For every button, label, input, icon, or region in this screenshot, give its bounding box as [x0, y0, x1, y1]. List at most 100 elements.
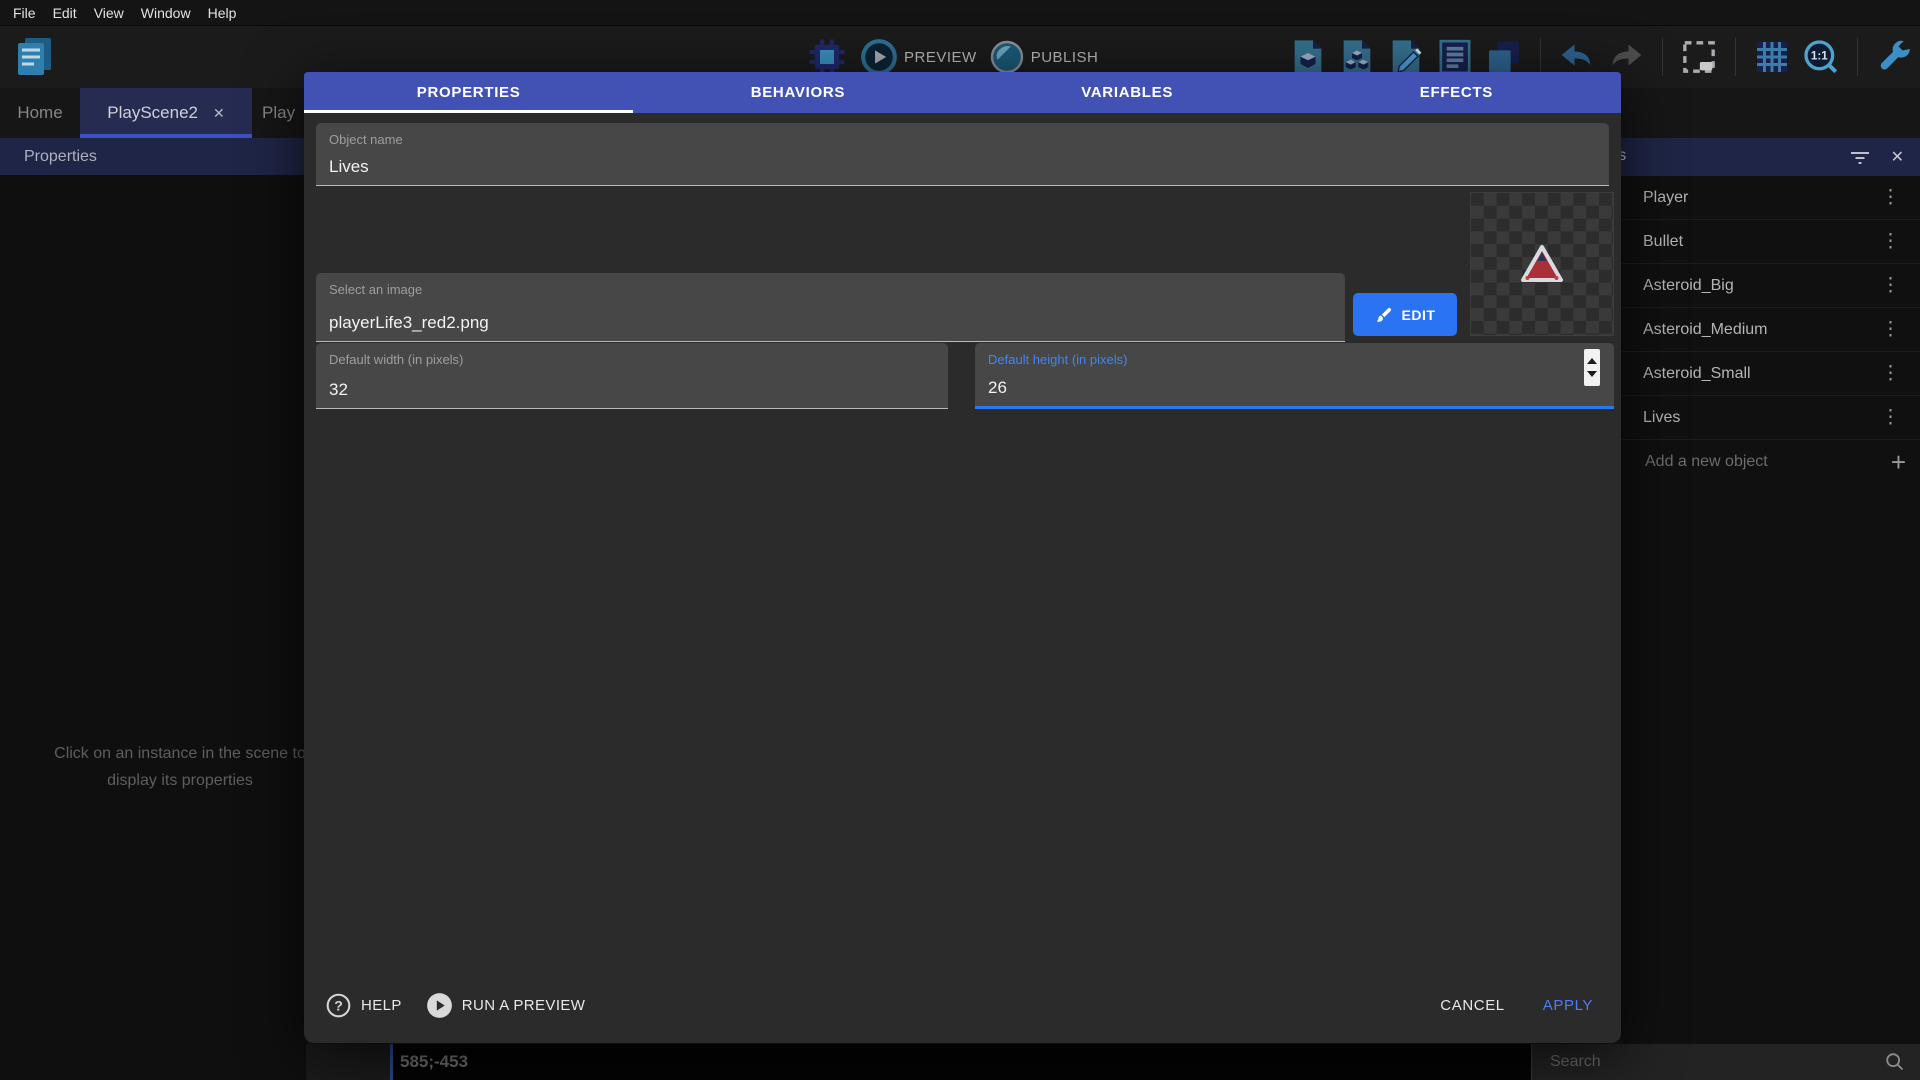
objects-panel-header: Objects ✕: [1621, 138, 1920, 176]
publish-globe-icon: [989, 39, 1025, 75]
number-stepper: [1584, 349, 1600, 386]
default-width-label: Default width (in pixels): [329, 352, 463, 367]
tab-close-icon[interactable]: ✕: [213, 105, 225, 122]
toolbar-separator: [1857, 38, 1858, 76]
cancel-button[interactable]: CANCEL: [1440, 997, 1504, 1014]
object-label: Asteroid_Medium: [1643, 321, 1768, 339]
kebab-menu-icon[interactable]: ⋮: [1877, 318, 1904, 341]
dialog-tab-bar: PROPERTIES BEHAVIORS VARIABLES EFFECTS: [304, 72, 1621, 113]
toolbar-separator: [1540, 38, 1541, 76]
tab-home[interactable]: Home: [0, 88, 80, 138]
help-icon: ?: [325, 992, 352, 1019]
scene-canvas-strip: 585;-453: [390, 1044, 1531, 1080]
project-manager-button[interactable]: [13, 34, 55, 80]
clear-selection-icon[interactable]: [1679, 37, 1719, 77]
tab-variables[interactable]: VARIABLES: [963, 72, 1292, 113]
default-height-label: Default height (in pixels): [988, 352, 1127, 367]
settings-wrench-icon[interactable]: [1874, 35, 1914, 79]
redo-icon[interactable]: [1606, 37, 1646, 77]
properties-empty-message: Click on an instance in the scene to dis…: [0, 740, 306, 794]
toolbar-separator: [1662, 38, 1663, 76]
svg-text:?: ?: [334, 997, 343, 1013]
tab-playscene2-label: PlayScene2: [107, 103, 198, 123]
object-label: Asteroid_Big: [1643, 277, 1734, 295]
tab-play-label: Play: [262, 103, 295, 123]
tab-properties[interactable]: PROPERTIES: [304, 72, 633, 113]
toolbar-separator: [1735, 38, 1736, 76]
close-panel-icon[interactable]: ✕: [1891, 147, 1904, 167]
menu-edit[interactable]: Edit: [53, 5, 77, 21]
preview-play-icon: [860, 38, 898, 76]
paintbrush-icon: [1375, 306, 1393, 324]
run-preview-button[interactable]: RUN A PREVIEW: [426, 992, 586, 1019]
canvas-toolbar-strip: [306, 1044, 390, 1080]
dialog-footer: ? HELP RUN A PREVIEW CANCEL APPLY: [304, 967, 1621, 1043]
menu-view[interactable]: View: [94, 5, 124, 21]
gdevelop-window: File Edit View Window Help: [0, 0, 1920, 1080]
preview-button[interactable]: PREVIEW: [860, 38, 977, 76]
instance-properties-panel: Properties Click on an instance in the s…: [0, 138, 306, 1080]
edit-button-label: EDIT: [1402, 307, 1436, 323]
object-label: Asteroid_Small: [1643, 365, 1751, 383]
kebab-menu-icon[interactable]: ⋮: [1877, 186, 1904, 209]
tab-effects[interactable]: EFFECTS: [1292, 72, 1621, 113]
undo-icon[interactable]: [1557, 37, 1597, 77]
object-label: Bullet: [1643, 233, 1683, 251]
kebab-menu-icon[interactable]: ⋮: [1877, 362, 1904, 385]
plus-icon: +: [1891, 449, 1906, 475]
object-row-asteroid-medium[interactable]: Asteroid_Medium ⋮: [1621, 308, 1920, 352]
default-width-field[interactable]: Default width (in pixels) 32: [316, 343, 948, 409]
kebab-menu-icon[interactable]: ⋮: [1877, 274, 1904, 297]
preview-label: PREVIEW: [904, 49, 977, 66]
object-row-player[interactable]: Player ⋮: [1621, 176, 1920, 220]
menu-bar: File Edit View Window Help: [0, 0, 1920, 26]
default-height-value: 26: [988, 378, 1007, 398]
tab-behaviors[interactable]: BEHAVIORS: [633, 72, 962, 113]
object-row-asteroid-big[interactable]: Asteroid_Big ⋮: [1621, 264, 1920, 308]
objects-panel: Objects ✕ Player ⋮ Bullet ⋮ Asteroid_Big…: [1621, 138, 1920, 1080]
object-row-asteroid-small[interactable]: Asteroid_Small ⋮: [1621, 352, 1920, 396]
menu-help[interactable]: Help: [208, 5, 237, 21]
cursor-coordinates: 585;-453: [393, 1052, 468, 1072]
publish-label: PUBLISH: [1031, 49, 1099, 66]
tab-home-label: Home: [17, 103, 62, 123]
kebab-menu-icon[interactable]: ⋮: [1877, 406, 1904, 429]
add-new-object-label: Add a new object: [1645, 453, 1768, 471]
menu-window[interactable]: Window: [141, 5, 191, 21]
properties-panel-header: Properties: [0, 138, 306, 175]
menu-file[interactable]: File: [13, 5, 36, 21]
sprite-preview[interactable]: [1470, 192, 1614, 336]
zoom-one-to-one-icon[interactable]: 1:1: [1801, 37, 1841, 77]
search-input[interactable]: [1550, 1053, 1884, 1071]
object-name-field[interactable]: Object name Lives: [316, 123, 1609, 186]
default-width-value: 32: [329, 380, 348, 400]
stepper-down-icon[interactable]: [1587, 371, 1597, 377]
stepper-up-icon[interactable]: [1587, 358, 1597, 364]
object-editor-dialog: PROPERTIES BEHAVIORS VARIABLES EFFECTS O…: [304, 72, 1621, 1043]
run-preview-label: RUN A PREVIEW: [462, 997, 586, 1014]
svg-text:1:1: 1:1: [1811, 50, 1828, 63]
objects-search-bar: [1531, 1044, 1920, 1080]
publish-button[interactable]: PUBLISH: [989, 39, 1099, 75]
properties-panel-title: Properties: [24, 148, 97, 166]
select-image-field[interactable]: Select an image playerLife3_red2.png: [316, 273, 1345, 342]
project-manager-icon: [13, 34, 55, 80]
kebab-menu-icon[interactable]: ⋮: [1877, 230, 1904, 253]
run-preview-play-icon: [426, 992, 453, 1019]
object-row-bullet[interactable]: Bullet ⋮: [1621, 220, 1920, 264]
filter-icon[interactable]: [1849, 149, 1871, 165]
grid-icon[interactable]: [1752, 37, 1792, 77]
object-row-lives[interactable]: Lives ⋮: [1621, 396, 1920, 440]
add-new-object-button[interactable]: Add a new object +: [1621, 440, 1920, 484]
select-image-value: playerLife3_red2.png: [329, 313, 489, 333]
apply-button[interactable]: APPLY: [1543, 997, 1593, 1014]
object-label: Player: [1643, 189, 1688, 207]
default-height-field[interactable]: Default height (in pixels) 26: [975, 343, 1614, 409]
ship-sprite-image: [1520, 244, 1564, 284]
object-name-value: Lives: [329, 157, 369, 177]
object-label: Lives: [1643, 409, 1680, 427]
edit-image-button[interactable]: EDIT: [1353, 293, 1457, 336]
tab-playscene2[interactable]: PlayScene2 ✕: [80, 88, 252, 138]
help-button[interactable]: ? HELP: [325, 992, 402, 1019]
select-image-label: Select an image: [329, 282, 422, 297]
